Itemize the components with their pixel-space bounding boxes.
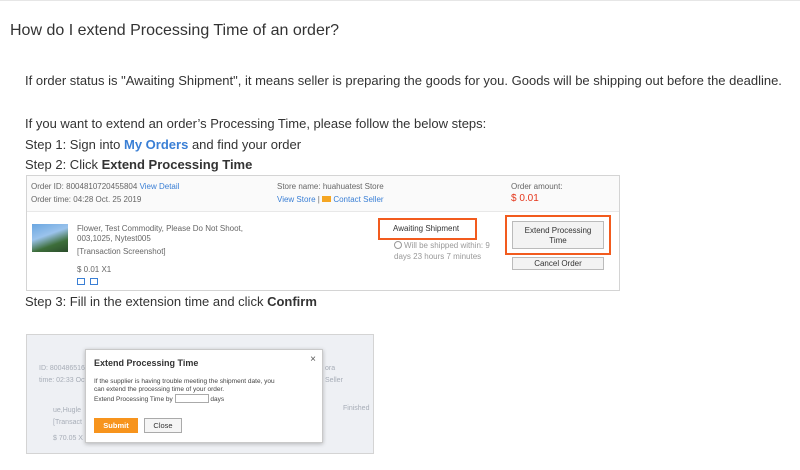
page-title: How do I extend Processing Time of an or… xyxy=(10,22,340,39)
top-divider xyxy=(0,0,800,1)
step-1-prefix: Step 1: Sign into xyxy=(25,137,125,152)
bg-product2: [Transact xyxy=(53,419,82,426)
order-id-label: Order ID: xyxy=(31,182,64,191)
snapshot-icon[interactable] xyxy=(77,278,85,285)
store-name-label: Store name: xyxy=(277,182,321,191)
steps-intro: If you want to extend an order’s Process… xyxy=(25,116,487,131)
envelope-icon xyxy=(322,196,332,202)
bg-ora: ora xyxy=(325,365,336,372)
price-quantity: $ 0.01 X1 xyxy=(77,265,112,274)
order-time: 04:28 Oct. 25 2019 xyxy=(73,195,142,204)
bg-order-id: ID: 8004865163 xyxy=(39,365,89,372)
link-separator: | xyxy=(317,195,320,204)
bg-order-time: time: 02:33 Oct xyxy=(39,377,87,384)
order-status: Awaiting Shipment xyxy=(393,224,460,233)
step-2-bold: Extend Processing Time xyxy=(101,157,253,172)
extend-btn-line2: Time xyxy=(549,236,567,245)
product-title-line1[interactable]: Flower, Test Commodity, Please Do Not Sh… xyxy=(77,224,243,233)
extend-field-row: Extend Processing Time by days xyxy=(94,394,320,404)
transaction-screenshot-link[interactable]: [Transaction Screenshot] xyxy=(77,247,166,256)
order-id-row: Order ID: 8004810720455804 View Detail xyxy=(31,182,179,191)
step-2: Step 2: Click Extend Processing Time xyxy=(25,157,252,172)
ship-note-text1: Will be shipped within: 9 xyxy=(404,241,490,250)
order-time-row: Order time: 04:28 Oct. 25 2019 xyxy=(31,195,141,204)
intro-paragraph: If order status is "Awaiting Shipment", … xyxy=(25,73,782,88)
clock-icon xyxy=(394,241,402,249)
store-name: huahuatest Store xyxy=(322,182,384,191)
extend-btn-line1: Extend Processing xyxy=(524,226,592,235)
extend-time-dialog: Extend Processing Time × If the supplier… xyxy=(85,349,323,443)
step-3-bold: Confirm xyxy=(267,294,317,309)
dialog-title: Extend Processing Time xyxy=(94,358,199,368)
step-3-prefix: Step 3: Fill in the extension time and c… xyxy=(25,294,268,309)
dialog-screenshot: ID: 8004865163 time: 02:33 Oct ora Selle… xyxy=(26,334,374,454)
dialog-body: If the supplier is having trouble meetin… xyxy=(94,378,320,404)
dialog-text-line1: If the supplier is having trouble meetin… xyxy=(94,378,275,385)
dialog-text-line2: can extend the processing time of your o… xyxy=(94,386,225,393)
bg-finished: Finished xyxy=(343,405,370,412)
step-1-suffix: and find your order xyxy=(188,137,302,152)
product-title-line2[interactable]: 003,1025, Nytest005 xyxy=(77,234,151,243)
step-2-prefix: Step 2: Click xyxy=(25,157,102,172)
days-unit: days xyxy=(210,396,225,403)
bg-seller: Seller xyxy=(325,377,343,384)
product-thumbnail[interactable] xyxy=(32,224,68,252)
step-3: Step 3: Fill in the extension time and c… xyxy=(25,294,317,309)
message-icon[interactable] xyxy=(90,278,99,285)
extend-processing-time-button[interactable]: Extend Processing Time xyxy=(512,221,604,249)
order-screenshot: Order ID: 8004810720455804 View Detail O… xyxy=(26,175,620,291)
my-orders-link[interactable]: My Orders xyxy=(124,137,188,152)
view-store-link[interactable]: View Store xyxy=(277,195,316,204)
cancel-order-button[interactable]: Cancel Order xyxy=(512,257,604,270)
extend-field-label: Extend Processing Time by xyxy=(94,396,173,403)
order-amount: $ 0.01 xyxy=(511,193,539,204)
close-button[interactable]: Close xyxy=(144,418,182,433)
bg-product1: ue,Hugle xyxy=(53,407,82,414)
order-id: 8004810720455804 xyxy=(66,182,138,191)
close-icon[interactable]: × xyxy=(310,354,316,365)
days-input[interactable] xyxy=(174,394,209,403)
ship-note-line2: days 23 hours 7 minutes xyxy=(394,252,482,261)
view-detail-link[interactable]: View Detail xyxy=(140,182,180,191)
store-name-row: Store name: huahuatest Store xyxy=(277,182,384,191)
ship-note-line1: Will be shipped within: 9 xyxy=(394,241,490,250)
store-links-row: View Store | Contact Seller xyxy=(277,195,384,204)
order-time-label: Order time: xyxy=(31,195,72,204)
submit-button[interactable]: Submit xyxy=(94,418,138,433)
order-amount-label: Order amount: xyxy=(511,182,563,191)
bg-price: $ 70.05 X xyxy=(53,435,83,442)
product-icons xyxy=(77,278,99,287)
step-1: Step 1: Sign into My Orders and find you… xyxy=(25,137,301,152)
contact-seller-link[interactable]: Contact Seller xyxy=(333,195,383,204)
